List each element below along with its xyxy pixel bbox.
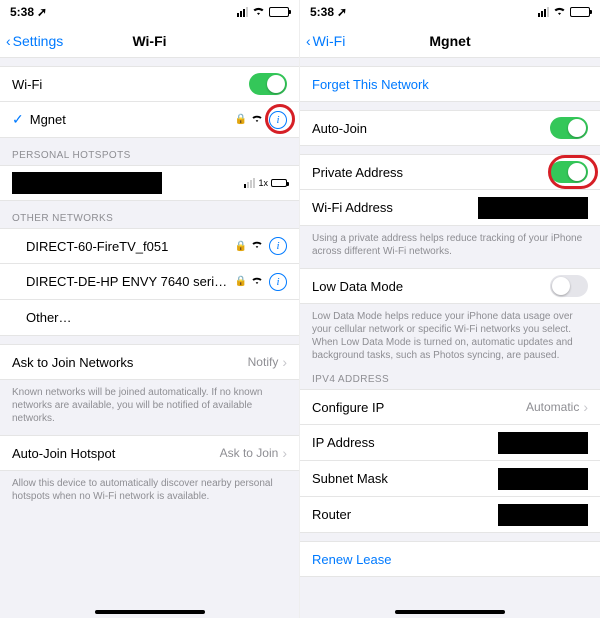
- back-label: Wi-Fi: [313, 33, 346, 49]
- renew-lease-label: Renew Lease: [312, 552, 588, 567]
- low-data-note: Low Data Mode helps reduce your iPhone d…: [300, 304, 600, 372]
- wifi-toggle[interactable]: [249, 73, 287, 95]
- wifi-address-label: Wi-Fi Address: [312, 200, 478, 215]
- home-indicator[interactable]: [395, 610, 505, 614]
- wifi-status-icon: [252, 5, 265, 19]
- check-icon: ✓: [12, 111, 24, 128]
- status-bar: 5:38 ➚: [0, 0, 299, 24]
- nav-bar: ‹ Settings Wi-Fi: [0, 24, 299, 58]
- hotspot-name-redacted: [12, 172, 162, 194]
- chevron-right-icon: ›: [282, 445, 287, 461]
- info-icon[interactable]: i: [269, 111, 287, 129]
- auto-join-row[interactable]: Auto-Join: [300, 110, 600, 146]
- wifi-signal-icon: [251, 114, 263, 126]
- network-detail-screen: 5:38 ➚ ‹ Wi-Fi Mgnet Forget This Network…: [300, 0, 600, 618]
- back-label: Settings: [13, 33, 64, 49]
- ask-to-join-row[interactable]: Ask to Join Networks Notify ›: [0, 344, 299, 380]
- forget-label: Forget This Network: [312, 77, 588, 92]
- location-icon: ➚: [337, 5, 347, 19]
- battery-icon: [570, 7, 590, 17]
- private-address-label: Private Address: [312, 165, 550, 180]
- status-bar: 5:38 ➚: [300, 0, 600, 24]
- low-data-toggle[interactable]: [550, 275, 588, 297]
- hotspot-1x: 1x: [258, 178, 268, 188]
- configure-ip-row[interactable]: Configure IP Automatic ›: [300, 389, 600, 425]
- wifi-address-row: Wi-Fi Address: [300, 190, 600, 226]
- configure-ip-label: Configure IP: [312, 400, 526, 415]
- connected-network-row[interactable]: ✓ Mgnet 🔒 i: [0, 102, 299, 138]
- other-networks-header: OTHER NETWORKS: [0, 201, 299, 228]
- info-icon[interactable]: i: [269, 273, 287, 291]
- connected-network-name: Mgnet: [30, 112, 231, 127]
- cellular-icon: [538, 7, 549, 17]
- wifi-toggle-row[interactable]: Wi-Fi: [0, 66, 299, 102]
- private-address-note: Using a private address helps reduce tra…: [300, 226, 600, 268]
- ask-join-label: Ask to Join Networks: [12, 355, 248, 370]
- wifi-signal-icon: [251, 240, 263, 252]
- back-button[interactable]: ‹ Wi-Fi: [306, 33, 345, 49]
- subnet-redacted: [498, 468, 588, 490]
- ip-redacted: [498, 432, 588, 454]
- hotspots-header: PERSONAL HOTSPOTS: [0, 138, 299, 165]
- renew-lease-row[interactable]: Renew Lease: [300, 541, 600, 577]
- hotspot-battery-icon: [271, 179, 287, 187]
- cellular-1x-icon: [244, 178, 255, 188]
- ip-address-label: IP Address: [312, 435, 498, 450]
- private-address-toggle[interactable]: [550, 161, 588, 183]
- low-data-row[interactable]: Low Data Mode: [300, 268, 600, 304]
- info-icon[interactable]: i: [269, 237, 287, 255]
- chevron-right-icon: ›: [583, 399, 588, 415]
- lock-icon: 🔒: [235, 241, 247, 252]
- lock-icon: 🔒: [235, 276, 247, 287]
- chevron-left-icon: ‹: [306, 33, 311, 49]
- router-row: Router: [300, 497, 600, 533]
- chevron-left-icon: ‹: [6, 33, 11, 49]
- wifi-settings-screen: 5:38 ➚ ‹ Settings Wi-Fi Wi-Fi ✓ Mgnet 🔒 …: [0, 0, 300, 618]
- wifi-status-icon: [553, 5, 566, 19]
- auto-join-hotspot-row[interactable]: Auto-Join Hotspot Ask to Join ›: [0, 435, 299, 471]
- wifi-signal-icon: [251, 276, 263, 288]
- auto-hotspot-note: Allow this device to automatically disco…: [0, 471, 299, 513]
- subnet-row: Subnet Mask: [300, 461, 600, 497]
- other-network-row[interactable]: Other…: [0, 300, 299, 336]
- nav-bar: ‹ Wi-Fi Mgnet: [300, 24, 600, 58]
- auto-hotspot-value: Ask to Join: [220, 446, 279, 460]
- auto-hotspot-label: Auto-Join Hotspot: [12, 446, 220, 461]
- clock: 5:38: [310, 5, 334, 19]
- wifi-address-redacted: [478, 197, 588, 219]
- auto-join-toggle[interactable]: [550, 117, 588, 139]
- forget-network-row[interactable]: Forget This Network: [300, 66, 600, 102]
- ipv4-header: IPV4 ADDRESS: [300, 372, 600, 389]
- router-redacted: [498, 504, 588, 526]
- clock: 5:38: [10, 5, 34, 19]
- subnet-label: Subnet Mask: [312, 471, 498, 486]
- ip-address-row: IP Address: [300, 425, 600, 461]
- wifi-label: Wi-Fi: [12, 77, 249, 92]
- auto-join-label: Auto-Join: [312, 121, 550, 136]
- other-label: Other…: [26, 310, 287, 325]
- home-indicator[interactable]: [95, 610, 205, 614]
- network-row-0[interactable]: DIRECT-60-FireTV_f051 🔒 i: [0, 228, 299, 264]
- private-address-row[interactable]: Private Address: [300, 154, 600, 190]
- low-data-label: Low Data Mode: [312, 279, 550, 294]
- network-row-1[interactable]: DIRECT-DE-HP ENVY 7640 seri… 🔒 i: [0, 264, 299, 300]
- ask-join-value: Notify: [248, 355, 279, 369]
- network-name: DIRECT-DE-HP ENVY 7640 seri…: [26, 274, 231, 289]
- chevron-right-icon: ›: [282, 354, 287, 370]
- cellular-icon: [237, 7, 248, 17]
- lock-icon: 🔒: [235, 114, 247, 125]
- hotspot-row[interactable]: 1x: [0, 165, 299, 201]
- location-icon: ➚: [37, 5, 47, 19]
- network-name: DIRECT-60-FireTV_f051: [26, 239, 231, 254]
- ask-join-note: Known networks will be joined automatica…: [0, 380, 299, 435]
- router-label: Router: [312, 507, 498, 522]
- back-button[interactable]: ‹ Settings: [6, 33, 63, 49]
- configure-ip-value: Automatic: [526, 400, 579, 414]
- battery-icon: [269, 7, 289, 17]
